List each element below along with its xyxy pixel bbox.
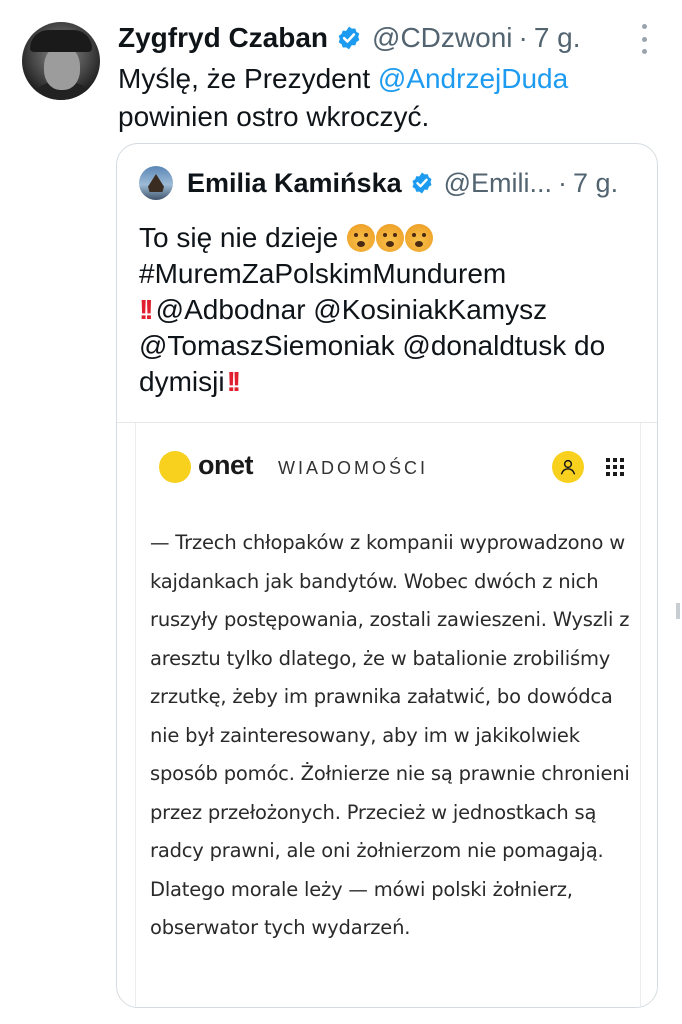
quoted-author-avatar [139,166,173,200]
astonished-emoji-icon [347,224,376,252]
tweet-text-before: Myślę, że Prezydent [118,63,378,94]
article-quote-text: — Trzech chłopaków z kompanii wyprowadzo… [150,531,630,939]
tweet-header: Zygfryd Czaban @CDzwoni · 7 g. [118,18,581,58]
grid-dot [606,472,610,476]
separator-dot: · [518,22,528,53]
quoted-tweet-header: Emilia Kamińska @Emili... · 7 g. [139,166,618,200]
quoted-mentions-line: @Adbodnar @KosiniakKamysz @TomaszSiemoni… [139,294,606,397]
quoted-tweet-text: To się nie dzieje #MuremZaPolskimMundure… [139,220,639,400]
verified-badge-icon [338,26,360,50]
quoted-author-handle: @Emili... [443,167,553,198]
grid-dot [613,472,617,476]
verified-badge-icon [412,172,432,194]
grid-dot [620,472,624,476]
onet-logo-text: onet [198,450,254,480]
grid-dot [606,465,610,469]
apps-grid-icon [606,458,624,476]
more-dot [641,24,647,29]
grid-dot [613,465,617,469]
quoted-author-name: Emilia Kamińska [187,167,402,198]
author-name[interactable]: Zygfryd Czaban [118,22,328,54]
scroll-edge-marker [676,603,680,619]
hashtag-link[interactable]: #MuremZaPolskimMundurem [139,258,506,289]
grid-dot [620,465,624,469]
avatar-cap-shape [30,30,92,52]
quoted-tweet-time: 7 g. [573,167,619,198]
more-dot [641,36,647,42]
user-glyph-icon [560,459,576,475]
grid-dot [620,458,624,462]
astonished-emoji-icon [405,224,434,252]
more-dot [641,49,647,54]
user-icon [552,451,584,483]
tweet-time[interactable]: 7 g. [534,22,581,54]
author-handle[interactable]: @CDzwoni [372,22,512,54]
astonished-emoji-icon [376,224,405,252]
quoted-line1: To się nie dzieje [139,222,339,253]
more-options-icon[interactable] [634,24,654,54]
author-avatar[interactable] [22,22,100,100]
grid-dot [613,458,617,462]
avatar-face-shape [44,46,80,90]
double-exclamation-icon: !! [139,294,154,325]
mention-link[interactable]: @AndrzejDuda [378,63,568,94]
tweet-text-after: powinien ostro wkroczyć. [118,101,430,132]
double-exclamation-icon: !! [226,366,242,397]
onet-logo-dot [159,451,191,483]
onet-section-label: WIADOMOŚCI [278,458,428,478]
separator-dot: · [558,167,568,198]
tweet-text: Myślę, że Prezydent @AndrzejDuda powinie… [118,60,658,136]
grid-dot [606,458,610,462]
